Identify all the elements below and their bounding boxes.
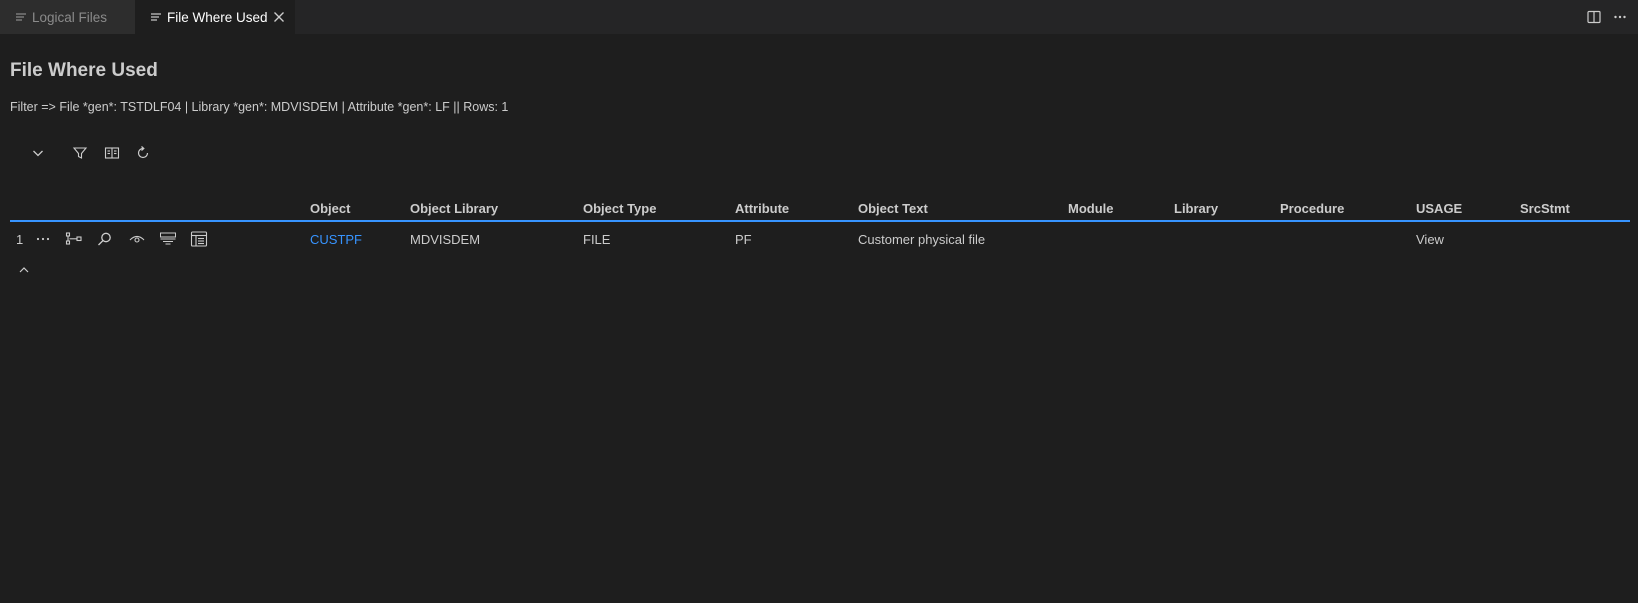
tab-label: Logical Files <box>32 9 108 25</box>
tab-file-where-used[interactable]: File Where Used <box>135 0 295 34</box>
column-header-attribute[interactable]: Attribute <box>735 201 789 216</box>
cell-object-type: FILE <box>583 232 611 247</box>
column-header-object-text[interactable]: Object Text <box>858 201 928 216</box>
page-title: File Where Used <box>10 60 158 81</box>
chevron-down-icon[interactable] <box>30 145 46 161</box>
details-icon[interactable] <box>190 231 208 247</box>
list-icon <box>16 12 26 22</box>
table-header: Object Object Library Object Type Attrib… <box>10 198 1630 222</box>
row-number: 1 <box>16 232 24 247</box>
refresh-icon[interactable] <box>135 145 151 161</box>
more-actions-icon[interactable] <box>1612 9 1628 25</box>
cell-attribute: PF <box>735 232 752 247</box>
more-actions-icon[interactable] <box>34 231 52 247</box>
cell-object-text: Customer physical file <box>858 232 986 247</box>
close-icon[interactable] <box>271 9 287 25</box>
chevron-up-icon[interactable] <box>16 262 32 278</box>
column-header-procedure[interactable]: Procedure <box>1280 201 1344 216</box>
column-header-library[interactable]: Library <box>1174 201 1218 216</box>
tab-logical-files[interactable]: Logical Files <box>0 0 135 34</box>
search-icon[interactable] <box>96 231 114 247</box>
filter-icon[interactable] <box>72 145 88 161</box>
tab-label: File Where Used <box>167 9 268 25</box>
object-link[interactable]: CUSTPF <box>310 232 362 247</box>
column-header-object[interactable]: Object <box>310 201 350 216</box>
column-header-srcstmt[interactable]: SrcStmt <box>1520 201 1570 216</box>
split-editor-icon[interactable] <box>1586 9 1602 25</box>
column-header-object-library[interactable]: Object Library <box>410 201 498 216</box>
column-header-module[interactable]: Module <box>1068 201 1114 216</box>
cell-object-library: MDVISDEM <box>410 232 481 247</box>
list-icon <box>151 12 161 22</box>
filter-summary: Filter => File *gen*: TSTDLF04 | Library… <box>10 100 509 114</box>
cell-usage: View <box>1416 232 1444 247</box>
hierarchy-icon[interactable] <box>65 231 83 247</box>
eye-icon[interactable] <box>128 231 146 247</box>
tab-bar: Logical Files File Where Used <box>0 0 1638 34</box>
table-row[interactable]: 1 CUSTPF MDVISDEM FILE PF Customer physi… <box>10 224 1630 254</box>
column-header-usage[interactable]: USAGE <box>1416 201 1462 216</box>
table-filter-icon[interactable] <box>159 231 177 247</box>
column-header-object-type[interactable]: Object Type <box>583 201 656 216</box>
columns-icon[interactable] <box>104 145 120 161</box>
